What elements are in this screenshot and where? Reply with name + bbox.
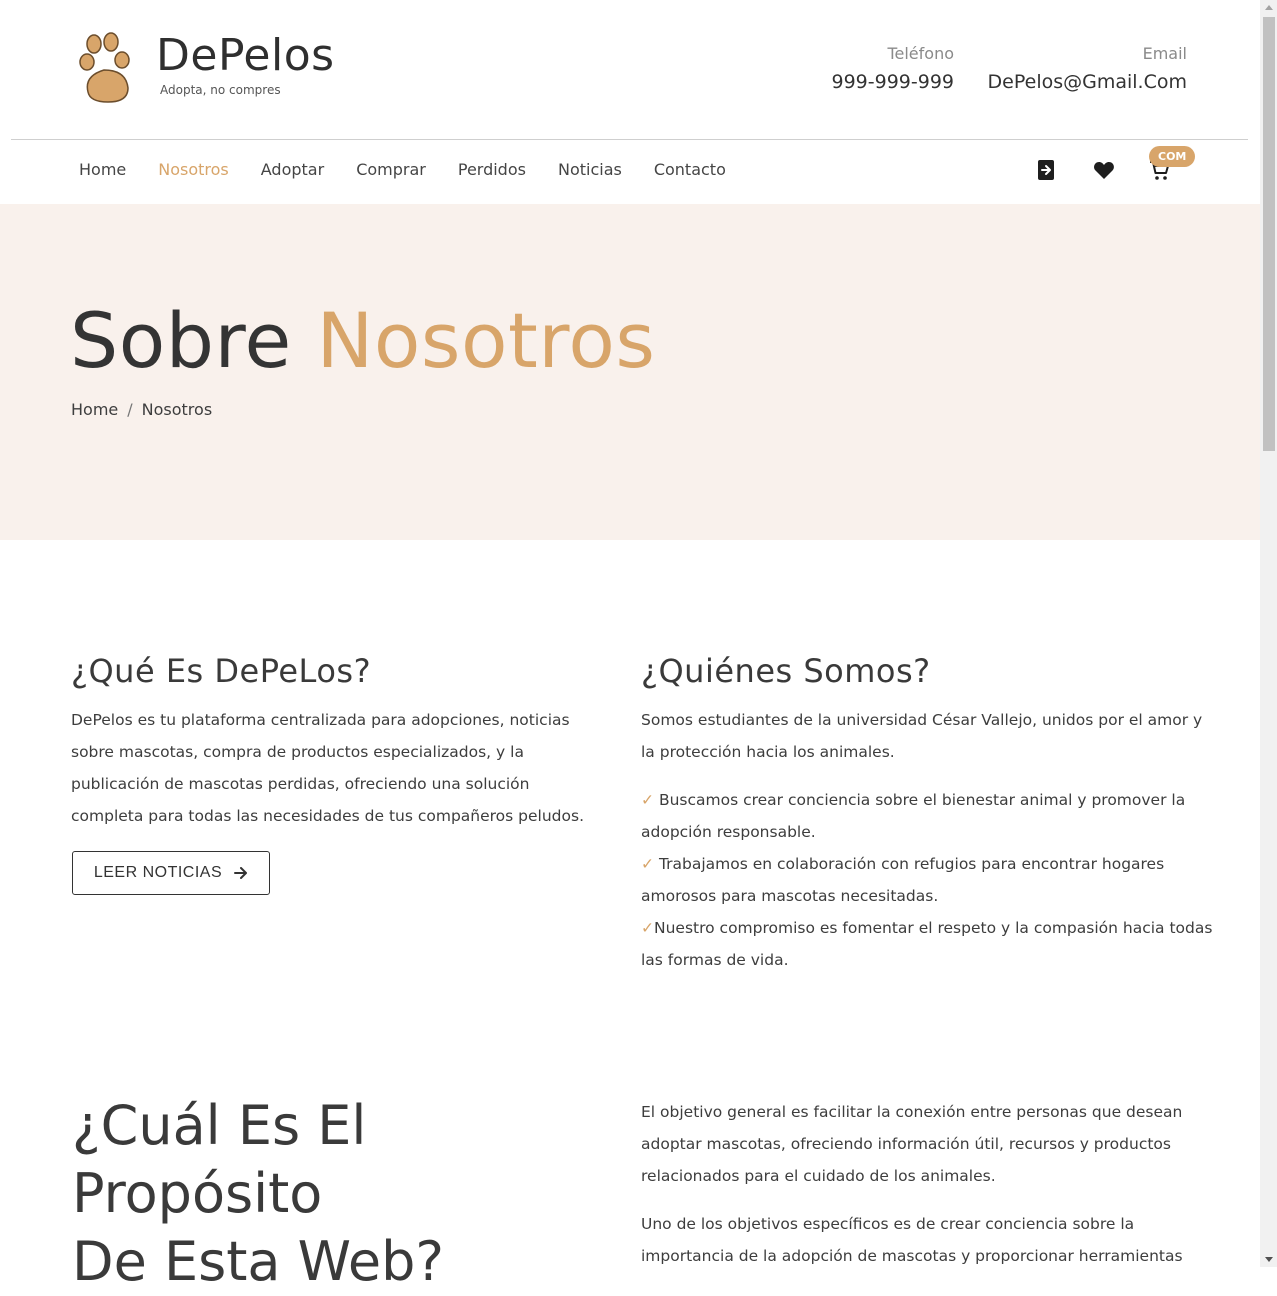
who-point: ✓Nuestro compromiso es fomentar el respe… — [641, 912, 1221, 944]
purpose-text: El objetivo general es facilitar la cone… — [641, 1096, 1221, 1272]
arrow-right-icon — [234, 867, 248, 879]
nav-comprar[interactable]: Comprar — [356, 160, 426, 179]
breadcrumb-current: Nosotros — [141, 400, 213, 419]
heart-icon[interactable] — [1092, 158, 1116, 182]
check-icon: ✓ — [641, 855, 654, 873]
about-line: sobre mascotas, compra de productos espe… — [71, 743, 524, 761]
brand-tagline: Adopta, no compres — [160, 83, 281, 97]
email-contact: Email DePelos@Gmail.Com — [988, 44, 1187, 93]
page-title-main: Sobre — [70, 296, 292, 385]
page-title-accent: Nosotros — [316, 296, 656, 385]
phone-contact: Teléfono 999-999-999 — [831, 44, 954, 93]
about-line: DePelos es tu plataforma centralizada pa… — [71, 711, 570, 729]
about-line: completa para todas las necesidades de t… — [71, 807, 584, 825]
logo[interactable]: DePelos Adopta, no compres — [78, 30, 338, 110]
check-icon: ✓ — [641, 791, 654, 809]
who-intro-line: Somos estudiantes de la universidad Césa… — [641, 711, 1203, 729]
scroll-thumb[interactable] — [1263, 17, 1275, 451]
purpose-line: Uno de los objetivos específicos es de c… — [641, 1215, 1135, 1233]
scroll-up-icon[interactable] — [1265, 5, 1273, 10]
who-point: ✓ Buscamos crear conciencia sobre el bie… — [641, 784, 1221, 816]
scrollbar[interactable] — [1260, 0, 1277, 1267]
who-text: Somos estudiantes de la universidad Césa… — [641, 704, 1221, 976]
who-point-cont: amorosos para mascotas necesitadas. — [641, 887, 939, 905]
scroll-down-icon[interactable] — [1265, 1257, 1273, 1262]
phone-value[interactable]: 999-999-999 — [831, 71, 954, 93]
who-point-cont: adopción responsable. — [641, 823, 816, 841]
cart-badge: COM — [1149, 146, 1196, 167]
phone-label: Teléfono — [887, 44, 954, 63]
purpose-line: importancia de la adopción de mascotas y… — [641, 1247, 1183, 1265]
nav-nosotros[interactable]: Nosotros — [158, 160, 229, 179]
purpose-heading-line: De Esta Web? — [72, 1230, 445, 1293]
who-point-text: Buscamos crear conciencia sobre el biene… — [658, 791, 1186, 809]
who-point-cont: las formas de vida. — [641, 951, 789, 969]
who-point-text: Trabajamos en colaboración con refugios … — [658, 855, 1165, 873]
check-icon: ✓ — [641, 919, 654, 937]
nav-home[interactable]: Home — [79, 160, 126, 179]
header-divider — [11, 139, 1248, 140]
page-title: Sobre Nosotros — [70, 296, 655, 385]
read-news-button[interactable]: LEER NOTICIAS — [72, 851, 270, 895]
purpose-line: El objetivo general es facilitar la cone… — [641, 1103, 1183, 1121]
about-line: publicación de mascotas perdidas, ofreci… — [71, 775, 530, 793]
purpose-heading: ¿Cuál Es El Propósito De Esta Web? — [72, 1092, 632, 1296]
about-heading: ¿Qué Es DePeLos? — [71, 652, 372, 690]
about-text: DePelos es tu plataforma centralizada pa… — [71, 704, 591, 832]
purpose-line: relacionados para el cuidado de los anim… — [641, 1167, 996, 1185]
paw-icon — [79, 32, 130, 103]
read-news-label: LEER NOTICIAS — [93, 864, 223, 881]
login-icon[interactable] — [1036, 158, 1060, 182]
brand-name: DePelos — [156, 30, 335, 81]
email-value[interactable]: DePelos@Gmail.Com — [988, 71, 1187, 93]
main-nav: Home Nosotros Adoptar Comprar Perdidos N… — [79, 160, 758, 179]
breadcrumb-separator: / — [127, 400, 133, 419]
who-point: ✓ Trabajamos en colaboración con refugio… — [641, 848, 1221, 880]
breadcrumb-home[interactable]: Home — [71, 400, 118, 419]
hero-banner: Sobre Nosotros Home / Nosotros — [0, 204, 1260, 540]
nav-actions: COM — [1036, 146, 1216, 188]
email-label: Email — [1142, 44, 1187, 63]
nav-noticias[interactable]: Noticias — [558, 160, 622, 179]
nav-contacto[interactable]: Contacto — [654, 160, 726, 179]
who-point-text: Nuestro compromiso es fomentar el respet… — [654, 919, 1213, 937]
purpose-heading-line: ¿Cuál Es El Propósito — [72, 1094, 367, 1225]
breadcrumb: Home / Nosotros — [71, 400, 212, 419]
nav-adoptar[interactable]: Adoptar — [261, 160, 324, 179]
nav-perdidos[interactable]: Perdidos — [458, 160, 526, 179]
who-heading: ¿Quiénes Somos? — [641, 652, 931, 690]
who-intro-line: la protección hacia los animales. — [641, 743, 895, 761]
purpose-line: adoptar mascotas, ofreciendo información… — [641, 1135, 1171, 1153]
